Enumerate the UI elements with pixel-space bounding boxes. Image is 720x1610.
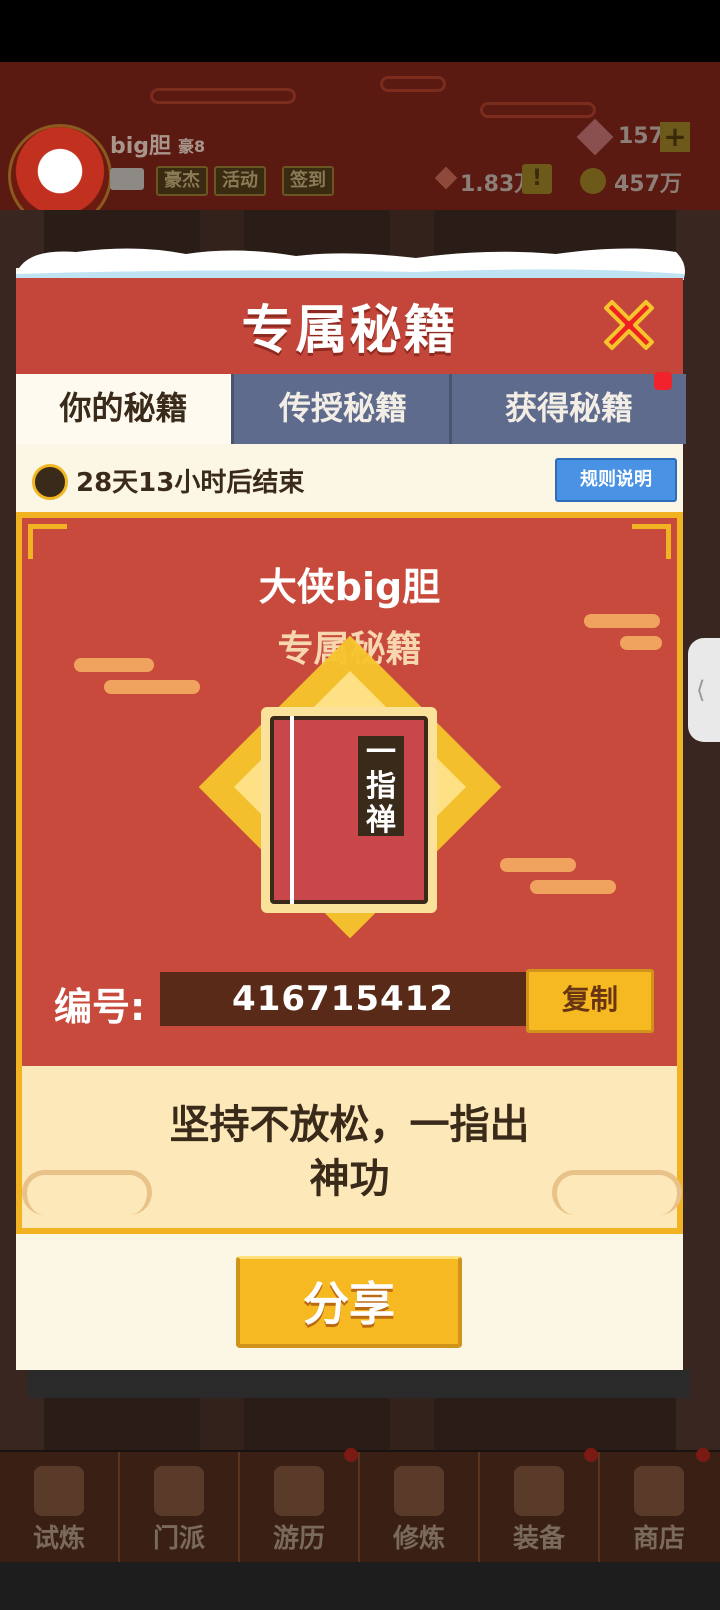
equipment-icon — [514, 1466, 564, 1516]
bottom-nav: 试炼 门派 游历 修炼 装备 商店 — [0, 1448, 720, 1562]
cultivate-icon — [394, 1466, 444, 1516]
countdown-text: 28天13小时后结束 — [76, 468, 305, 498]
system-nav-bar — [0, 1562, 720, 1610]
serial-number: 416715412 — [160, 972, 526, 1026]
close-x-icon[interactable] — [598, 294, 660, 356]
serial-label: 编号: — [54, 985, 146, 1029]
nav-label: 门派 — [152, 1524, 205, 1554]
alert-button[interactable]: ! — [522, 164, 552, 194]
tab-bar: 你的秘籍 传授秘籍 获得秘籍 — [16, 374, 686, 444]
nav-label: 商店 — [632, 1524, 685, 1554]
nav-cultivate[interactable]: 修炼 — [360, 1452, 480, 1562]
tab-your-books[interactable]: 你的秘籍 — [16, 374, 231, 444]
nav-sect[interactable]: 门派 — [120, 1452, 240, 1562]
tag-hero[interactable]: 豪杰 — [156, 166, 208, 196]
nav-shop[interactable]: 商店 — [600, 1448, 718, 1562]
nav-trial[interactable]: 试炼 — [0, 1452, 120, 1562]
tab-teach-books[interactable]: 传授秘籍 — [231, 374, 452, 444]
player-name: big胆 — [110, 134, 172, 159]
notification-dot — [654, 372, 672, 390]
coin-count: 457万 — [614, 172, 682, 197]
motto-line-2: 神功 — [309, 1156, 390, 1202]
corner-ornament — [632, 524, 671, 559]
notification-dot — [344, 1448, 358, 1462]
tag-signin[interactable]: 签到 — [282, 166, 334, 196]
side-drawer-handle[interactable]: ⟨ — [688, 638, 720, 742]
player-rank: 豪8 — [178, 137, 206, 156]
notification-dot — [696, 1448, 710, 1462]
trial-icon — [34, 1466, 84, 1516]
corner-ornament — [28, 524, 67, 559]
motto-line-1: 坚持不放松，一指出 — [169, 1102, 530, 1148]
nav-travel[interactable]: 游历 — [240, 1448, 360, 1562]
motto-text: 坚持不放松，一指出 神功 — [16, 1098, 683, 1206]
rules-button[interactable]: 规则说明 — [555, 458, 677, 502]
nav-label: 修炼 — [392, 1524, 445, 1554]
book-spine — [290, 716, 294, 904]
sect-icon — [154, 1466, 204, 1516]
modal-title: 专属秘籍 — [241, 301, 458, 361]
travel-icon — [274, 1466, 324, 1516]
status-bar — [0, 0, 720, 62]
mail-icon[interactable] — [110, 168, 144, 190]
nav-equipment[interactable]: 装备 — [480, 1448, 600, 1562]
tag-activity[interactable]: 活动 — [214, 166, 266, 196]
nav-label: 装备 — [512, 1524, 565, 1554]
hero-name: 大侠big胆 — [258, 565, 441, 609]
copy-button[interactable]: 复制 — [526, 969, 654, 1033]
nav-label: 试炼 — [32, 1524, 85, 1554]
add-gem-button[interactable]: + — [660, 122, 690, 152]
shop-icon — [634, 1466, 684, 1516]
clock-icon — [32, 464, 68, 500]
snow-decoration — [16, 248, 685, 280]
modal-shadow — [28, 1370, 690, 1398]
book-title: 一指禅 — [358, 736, 404, 838]
notification-dot — [584, 1448, 598, 1462]
share-button[interactable]: 分享 — [236, 1256, 462, 1348]
tab-received-books[interactable]: 获得秘籍 — [449, 374, 686, 444]
coin-icon — [580, 168, 606, 194]
nav-label: 游历 — [272, 1524, 325, 1554]
